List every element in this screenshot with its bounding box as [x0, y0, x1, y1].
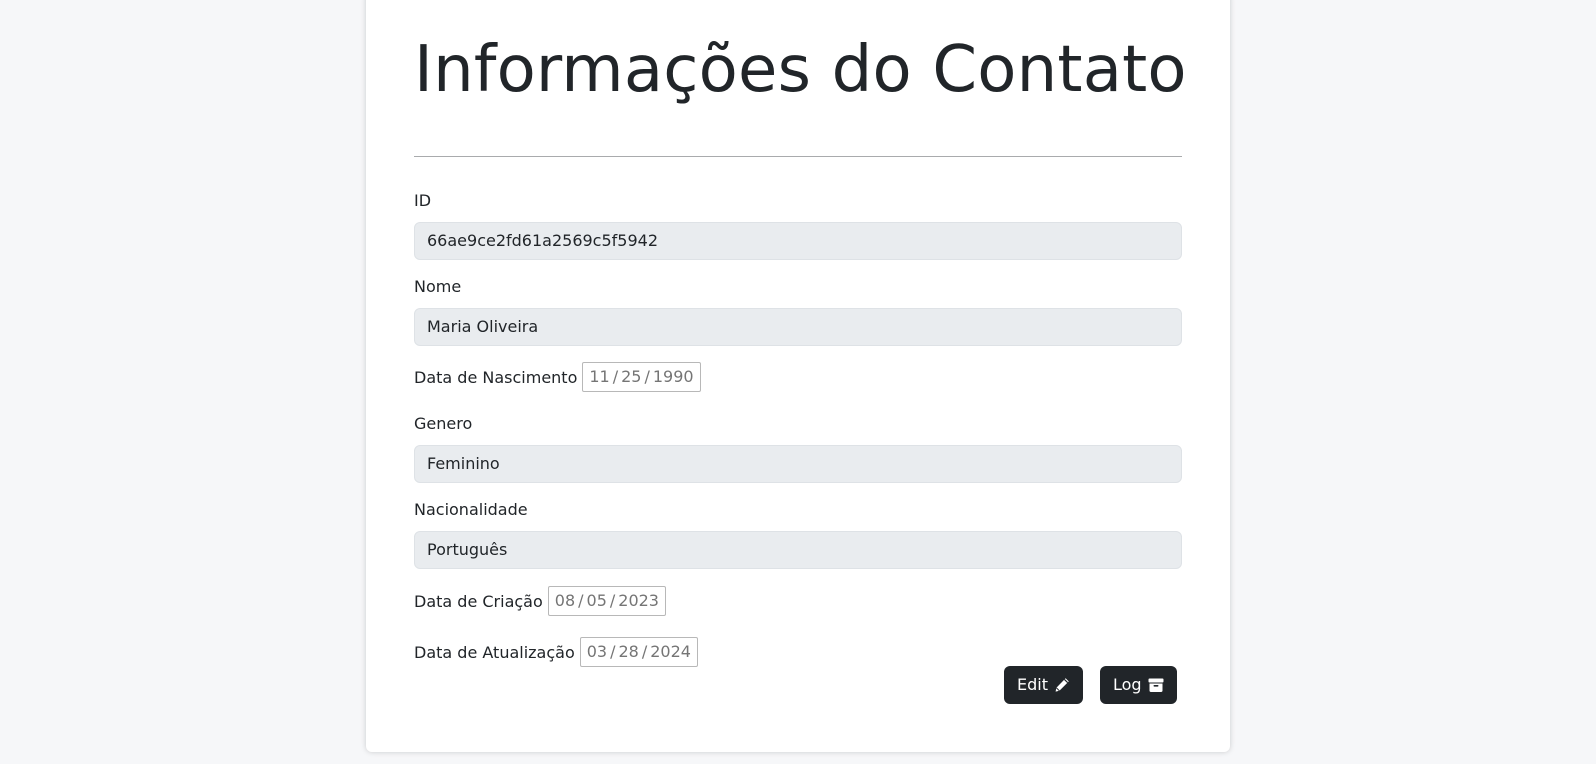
date-separator: /: [641, 642, 648, 661]
updated-date-label: Data de Atualização: [414, 642, 575, 662]
edit-button-label: Edit: [1017, 675, 1048, 694]
nome-label: Nome: [414, 277, 462, 296]
nacionalidade-field[interactable]: Português: [414, 531, 1182, 569]
created-day: 05: [586, 591, 607, 610]
archive-box-icon: [1148, 678, 1164, 692]
birthdate-row: Data de Nascimento 11/25/1990: [414, 362, 701, 392]
updated-month: 03: [586, 642, 608, 661]
log-button-label: Log: [1113, 675, 1142, 694]
birthdate-month: 11: [589, 367, 610, 386]
date-separator: /: [644, 367, 650, 386]
date-separator: /: [578, 591, 584, 610]
id-label: ID: [414, 191, 432, 210]
birthdate-day: 25: [621, 367, 642, 386]
contact-info-card: Informações do Contato ID 66ae9ce2fd61a2…: [366, 0, 1230, 752]
edit-button[interactable]: Edit: [1004, 666, 1083, 704]
date-separator: /: [610, 642, 616, 661]
birthdate-year: 1990: [652, 367, 694, 386]
updated-day: 28: [618, 642, 639, 661]
title-divider: [414, 156, 1182, 157]
log-button[interactable]: Log: [1100, 666, 1177, 704]
date-separator: /: [612, 367, 619, 386]
nacionalidade-label: Nacionalidade: [414, 500, 528, 519]
date-separator: /: [609, 591, 616, 610]
nome-field[interactable]: Maria Oliveira: [414, 308, 1182, 346]
created-date-label: Data de Criação: [414, 591, 543, 611]
updated-date-input[interactable]: 03/28/2024: [579, 637, 698, 667]
genero-field[interactable]: Feminino: [414, 445, 1182, 483]
created-date-row: Data de Criação 08/05/2023: [414, 586, 666, 616]
updated-year: 2024: [650, 642, 691, 661]
page-title: Informações do Contato: [414, 33, 1187, 107]
genero-label: Genero: [414, 414, 473, 433]
created-year: 2023: [618, 591, 659, 610]
birthdate-label: Data de Nascimento: [414, 367, 578, 387]
updated-date-row: Data de Atualização 03/28/2024: [414, 637, 698, 667]
created-month: 08: [554, 591, 576, 610]
id-field[interactable]: 66ae9ce2fd61a2569c5f5942: [414, 222, 1182, 260]
created-date-input[interactable]: 08/05/2023: [547, 586, 666, 616]
birthdate-input[interactable]: 11/25/1990: [582, 362, 701, 392]
pencil-icon: [1055, 678, 1069, 692]
